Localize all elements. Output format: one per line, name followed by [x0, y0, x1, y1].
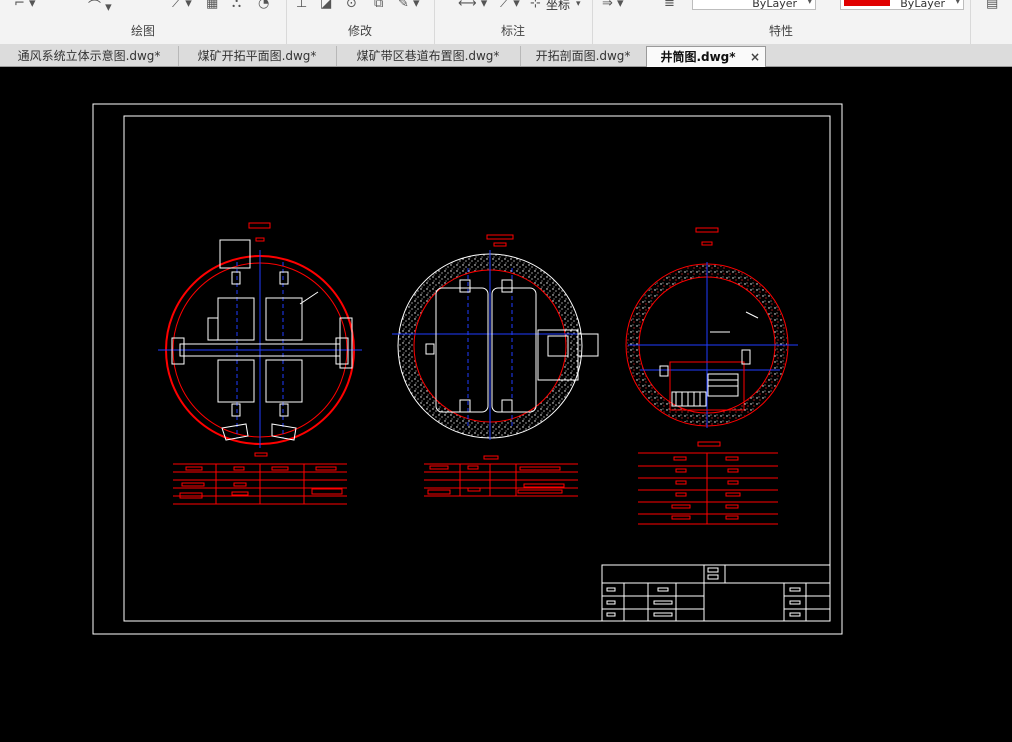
- ribbon-group-properties: ⇒ ▾ ≡ ByLayer ▾ ByLayer ▾ 特性: [592, 0, 971, 44]
- coordinate-icon[interactable]: ⊹: [530, 0, 541, 11]
- dim-aligned-icon[interactable]: ⟋ ▾: [500, 0, 520, 11]
- tab-shaft-drawing[interactable]: 井筒图.dwg* ×: [646, 46, 766, 67]
- layer-combo-value: ByLayer: [752, 0, 797, 10]
- lineweight-icon[interactable]: ≡: [664, 0, 675, 11]
- color-combo-value: ByLayer: [900, 0, 945, 10]
- arc-icon[interactable]: ⌒ ▾: [88, 0, 112, 15]
- dim-linear-icon[interactable]: ⟷ ▾: [458, 0, 487, 11]
- drawing-canvas[interactable]: [0, 67, 1012, 742]
- chevron-down-icon: ▾: [807, 0, 812, 7]
- edit-icon[interactable]: ✎ ▾: [398, 0, 420, 11]
- polyline-icon[interactable]: ⌐ ▾: [14, 0, 36, 11]
- chevron-down-icon: ▾: [955, 0, 960, 7]
- tab-label: 通风系统立体示意图.dwg*: [17, 49, 161, 63]
- ribbon-group-draw: ⌐ ▾ ⌒ ▾ ⟋ ▾ ▦ ⛬ ◔ 绘图: [0, 0, 287, 44]
- tab-label: 煤矿开拓平面图.dwg*: [197, 49, 317, 63]
- rotate-icon[interactable]: ⊙: [346, 0, 357, 11]
- group-label-modify: 修改: [347, 24, 372, 38]
- tab-development-plan[interactable]: 煤矿开拓平面图.dwg*: [178, 46, 337, 66]
- close-icon[interactable]: ×: [750, 47, 760, 67]
- line-icon[interactable]: ⟋ ▾: [172, 0, 192, 11]
- table-middle: [424, 463, 578, 497]
- tab-label: 开拓剖面图.dwg*: [535, 49, 631, 63]
- coordinate-label[interactable]: 坐标: [546, 0, 570, 13]
- tab-label: 煤矿带区巷道布置图.dwg*: [356, 49, 500, 63]
- tab-development-section[interactable]: 开拓剖面图.dwg*: [520, 46, 647, 66]
- layer-combo[interactable]: ByLayer ▾: [692, 0, 816, 10]
- group-label-properties: 特性: [768, 24, 793, 38]
- stretch-icon[interactable]: ⊥: [296, 0, 307, 11]
- match-properties-icon[interactable]: ⇒ ▾: [602, 0, 624, 11]
- color-combo[interactable]: ByLayer ▾: [840, 0, 964, 10]
- document-tab-bar: 通风系统立体示意图.dwg* 煤矿开拓平面图.dwg* 煤矿带区巷道布置图.dw…: [0, 44, 1012, 67]
- shaft-section-left: [158, 222, 362, 457]
- scale-icon[interactable]: ◪: [320, 0, 332, 11]
- region-icon[interactable]: ⛬: [232, 0, 241, 11]
- array-icon[interactable]: ⧉: [374, 0, 383, 11]
- chevron-down-icon[interactable]: ▾: [576, 0, 581, 9]
- boundary-icon[interactable]: ◔: [258, 0, 269, 11]
- tab-label: 井筒图.dwg*: [660, 50, 736, 64]
- table-right: [638, 452, 778, 525]
- table-left: [173, 463, 347, 505]
- hatch-icon[interactable]: ▦: [206, 0, 218, 11]
- more-icon[interactable]: ▤: [986, 0, 998, 11]
- tab-roadway-layout[interactable]: 煤矿带区巷道布置图.dwg*: [336, 46, 521, 66]
- ribbon-toolbar: ⌐ ▾ ⌒ ▾ ⟋ ▾ ▦ ⛬ ◔ 绘图 ⊥ ◪ ⊙ ⧉ ✎ ▾ 修改 ⟷ ▾ …: [0, 0, 1012, 45]
- ribbon-group-annotate: ⟷ ▾ ⟋ ▾ ⊹ 坐标 ▾ 标注: [434, 0, 593, 44]
- sheet-inner-border: [123, 115, 831, 622]
- color-swatch: [844, 0, 890, 6]
- tab-ventilation[interactable]: 通风系统立体示意图.dwg*: [0, 46, 179, 66]
- ribbon-group-modify: ⊥ ◪ ⊙ ⧉ ✎ ▾ 修改: [286, 0, 435, 44]
- shaft-section-middle: [392, 234, 599, 460]
- group-label-draw: 绘图: [130, 24, 155, 38]
- shaft-section-right: [625, 227, 798, 447]
- title-block: [601, 564, 831, 622]
- group-label-annotate: 标注: [500, 24, 525, 38]
